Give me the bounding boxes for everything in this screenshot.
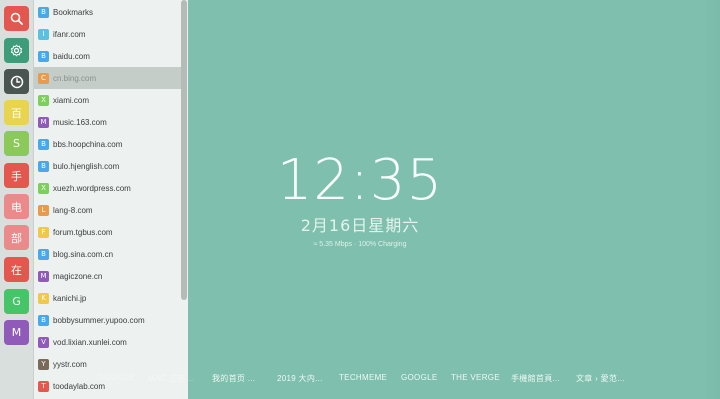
quick-link[interactable]: THE VERGE (451, 373, 500, 382)
rail-item-s[interactable]: S (4, 131, 29, 156)
clock-time: 12:35 (276, 148, 444, 213)
history-button[interactable] (4, 69, 29, 94)
bookmark-row[interactable]: Bbulo.hjenglish.com (34, 155, 182, 177)
bookmark-label: bulo.hjenglish.com (53, 161, 120, 171)
site-favicon-icon: L (38, 204, 49, 216)
site-favicon-icon: F (38, 226, 49, 238)
search-icon (10, 12, 23, 25)
bookmark-row[interactable]: Iifanr.com (34, 23, 182, 45)
rail-item-label: 在 (11, 263, 22, 277)
rail-item-label: 手 (11, 169, 22, 183)
bookmark-label: forum.tgbus.com (53, 227, 113, 237)
site-favicon-icon: I (38, 28, 49, 40)
background-edge (702, 0, 720, 399)
rail-item-label: S (13, 137, 20, 150)
bookmark-label: bbs.hoopchina.com (53, 139, 123, 149)
rail-item-label: G (12, 295, 21, 308)
bookmark-label: blog.sina.com.cn (53, 249, 114, 259)
bookmark-label: magiczone.cn (53, 271, 103, 281)
bookmark-row[interactable]: Kkanichi.jp (34, 287, 182, 309)
site-favicon-icon: V (38, 336, 49, 348)
bookmark-label: xiami.com (53, 95, 90, 105)
quick-link[interactable]: 手機館首頁... (511, 373, 560, 384)
rail-item-label: M (11, 326, 22, 339)
bookmark-row[interactable]: Yyystr.com (34, 353, 182, 375)
site-favicon-icon: B (38, 138, 49, 150)
quick-link[interactable]: TECHMEME (339, 373, 387, 382)
rail-item-dian[interactable]: 电 (4, 194, 29, 219)
site-favicon-icon: K (38, 292, 49, 304)
site-favicon-icon: B (38, 50, 49, 62)
bookmark-label: music.163.com (53, 117, 107, 127)
bookmark-label: yystr.com (53, 359, 87, 369)
site-favicon-icon: M (38, 270, 49, 282)
bookmark-row[interactable]: Vvod.lixian.xunlei.com (34, 331, 182, 353)
rail-item-label: 电 (11, 200, 22, 214)
bookmark-row[interactable]: B Bookmarks (34, 1, 182, 23)
bookmark-row[interactable]: Mmagiczone.cn (34, 265, 182, 287)
quick-link[interactable]: GOOGLE (401, 373, 437, 382)
bookmark-row[interactable]: Xxuezh.wordpress.com (34, 177, 182, 199)
site-favicon-icon: T (38, 380, 49, 392)
settings-button[interactable] (4, 38, 29, 63)
site-favicon-icon: X (38, 94, 49, 106)
rail-item-bai[interactable]: 百 (4, 100, 29, 125)
bookmark-row[interactable]: Llang-8.com (34, 199, 182, 221)
clock-date: 2月16日星期六 (300, 216, 420, 235)
quick-link[interactable]: 我的首页 ... (212, 373, 255, 384)
bookmark-list-panel: Ttoodaylab.com Yyystr.com Vvod.lixian.xunl… (34, 0, 188, 399)
list-scrollbar[interactable] (181, 0, 187, 300)
rail-item-shou[interactable]: 手 (4, 163, 29, 188)
site-favicon-icon: C (38, 72, 49, 84)
bookmark-row[interactable]: Bbbs.hoopchina.com (34, 133, 182, 155)
bookmark-row[interactable]: Xxiami.com (34, 89, 182, 111)
bookmark-label: cn.bing.com (53, 73, 97, 83)
bookmark-row[interactable]: Bblog.sina.com.cn (34, 243, 182, 265)
search-button[interactable] (4, 6, 29, 31)
rail-item-bu[interactable]: 部 (4, 225, 29, 250)
site-favicon-icon: B (38, 248, 49, 260)
bookmark-label: Bookmarks (53, 7, 94, 17)
clock-widget: 12:35 2月16日星期六 ≈ 5.35 Mbps · 100% Chargi… (250, 148, 470, 249)
bookmark-row[interactable]: Fforum.tgbus.com (34, 221, 182, 243)
site-favicon-icon: B (38, 314, 49, 326)
site-favicon-icon: Y (38, 358, 49, 370)
site-favicon-icon: B (38, 160, 49, 172)
network-battery-status: ≈ 5.35 Mbps · 100% Charging (313, 241, 407, 248)
quick-link[interactable]: 文章 › 愛范... (576, 373, 625, 384)
bookmark-label: lang-8.com (53, 205, 93, 215)
rail-item-g[interactable]: G (4, 289, 29, 314)
clock-icon (10, 75, 24, 89)
gear-icon (10, 44, 23, 57)
bookmark-label: kanichi.jp (53, 293, 87, 303)
bookmark-label: baidu.com (53, 51, 90, 61)
rail-item-label: 部 (11, 231, 22, 245)
icon-rail: 百 S 手电部在 G M (0, 0, 34, 399)
rail-item-zai[interactable]: 在 (4, 257, 29, 282)
bookmark-row[interactable]: Ccn.bing.com (34, 67, 182, 89)
bookmark-label: bobbysummer.yupoo.com (53, 315, 145, 325)
quick-link[interactable]: GOOGLE (98, 373, 134, 382)
bookmark-label: toodaylab.com (53, 381, 106, 391)
quick-link[interactable]: MAC 正在... (148, 373, 193, 384)
bookmark-row[interactable]: Mmusic.163.com (34, 111, 182, 133)
bookmark-label: xuezh.wordpress.com (53, 183, 131, 193)
quick-link[interactable]: 2019 大内... (277, 373, 323, 384)
bookmark-label: ifanr.com (53, 29, 86, 39)
site-favicon-icon: M (38, 116, 49, 128)
rail-item-m[interactable]: M (4, 320, 29, 345)
new-tab-page: 百S手电部在GM Ttoodaylab.com Yyystr.com Vvod.li… (0, 0, 720, 399)
bookmark-label: vod.lixian.xunlei.com (53, 337, 127, 347)
site-favicon-icon: X (38, 182, 49, 194)
rail-item-label: 百 (11, 106, 22, 120)
site-favicon-icon: B (38, 6, 49, 18)
bookmark-row[interactable]: Bbaidu.com (34, 45, 182, 67)
bookmark-row[interactable]: Bbobbysummer.yupoo.com (34, 309, 182, 331)
